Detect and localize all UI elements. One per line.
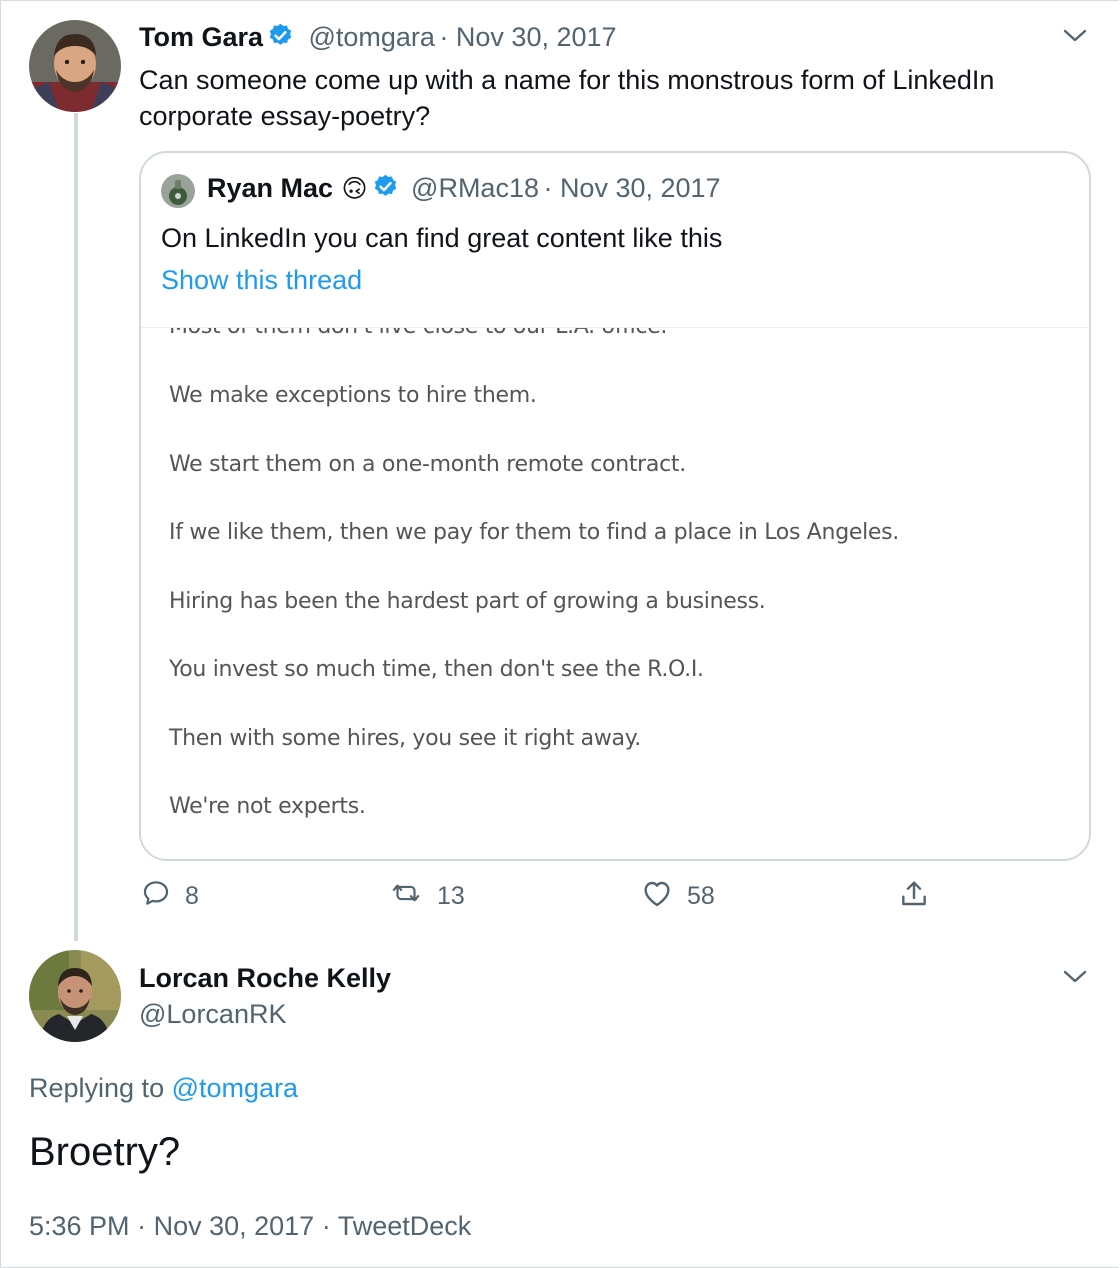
image-text-line: We're not experts. bbox=[169, 794, 366, 819]
reply-source[interactable]: TweetDeck bbox=[338, 1211, 472, 1241]
image-text-line: You invest so much time, then don't see … bbox=[169, 657, 704, 682]
verified-badge-icon bbox=[267, 22, 294, 54]
quoted-tweet-card[interactable]: Ryan Mac 🙃 @RMac18 · Nov 30, 2017 On Lin… bbox=[139, 151, 1091, 861]
retweet-count: 13 bbox=[437, 882, 465, 910]
separator-dot: · bbox=[321, 1211, 338, 1241]
replying-to-label: Replying to bbox=[29, 1073, 165, 1103]
reply-count: 8 bbox=[185, 882, 199, 910]
lorcan-avatar[interactable] bbox=[29, 950, 121, 1042]
quoted-author-name[interactable]: Ryan Mac bbox=[207, 173, 333, 203]
reply-text: Broetry? bbox=[29, 1130, 181, 1174]
heart-icon bbox=[641, 878, 673, 915]
reply-icon bbox=[141, 878, 171, 915]
upside-down-face-emoji: 🙃 bbox=[341, 175, 368, 203]
retweet-action[interactable]: 13 bbox=[389, 878, 465, 915]
reply-action[interactable]: 8 bbox=[141, 878, 199, 915]
ryan-mac-avatar[interactable] bbox=[161, 174, 195, 208]
chevron-down-icon[interactable] bbox=[1062, 966, 1088, 986]
tom-gara-avatar[interactable] bbox=[29, 20, 121, 112]
author-handle[interactable]: @tomgara bbox=[308, 22, 434, 52]
quoted-author-handle[interactable]: @RMac18 bbox=[411, 173, 539, 203]
image-text-line: Hiring has been the hardest part of grow… bbox=[169, 589, 766, 614]
tweet-date[interactable]: Nov 30, 2017 bbox=[456, 22, 617, 52]
author-name[interactable]: Tom Gara bbox=[139, 22, 263, 52]
separator-dot: · bbox=[137, 1211, 154, 1241]
replying-to-handle[interactable]: @tomgara bbox=[172, 1073, 298, 1103]
image-text-line: Most of them don't live close to our L.A… bbox=[169, 328, 667, 339]
tweet-text-line: Can someone come up with a name for this… bbox=[139, 65, 995, 95]
tweet-text-line: corporate essay-poetry? bbox=[139, 101, 431, 131]
separator-dot: · bbox=[439, 22, 456, 52]
retweet-icon bbox=[389, 878, 423, 915]
image-text-line: If we like them, then we pay for them to… bbox=[169, 520, 899, 545]
separator-dot: · bbox=[543, 173, 560, 203]
quoted-tweet-text: On LinkedIn you can find great content l… bbox=[161, 223, 723, 253]
tweet-text: Can someone come up with a name for this… bbox=[139, 62, 1079, 134]
reply-author-handle[interactable]: @LorcanRK bbox=[139, 999, 286, 1030]
reply-meta: 5:36 PM · Nov 30, 2017 · TweetDeck bbox=[29, 1211, 471, 1242]
share-action[interactable] bbox=[898, 878, 930, 917]
tweet-header: Tom Gara @tomgara · Nov 30, 2017 bbox=[139, 22, 617, 54]
replying-to: Replying to @tomgara bbox=[29, 1073, 298, 1104]
share-icon bbox=[898, 878, 930, 917]
like-action[interactable]: 58 bbox=[641, 878, 715, 915]
image-text-line: Then with some hires, you see it right a… bbox=[169, 726, 641, 751]
image-text-line: We start them on a one-month remote cont… bbox=[169, 452, 686, 477]
thread-connector bbox=[74, 113, 78, 941]
quoted-image[interactable]: Most of them don't live close to our L.A… bbox=[141, 327, 1089, 859]
quoted-header: Ryan Mac 🙃 @RMac18 · Nov 30, 2017 bbox=[207, 173, 721, 205]
reply-author-name[interactable]: Lorcan Roche Kelly bbox=[139, 963, 391, 994]
reply-time[interactable]: 5:36 PM bbox=[29, 1211, 130, 1241]
verified-badge-icon bbox=[372, 173, 399, 205]
show-thread-link[interactable]: Show this thread bbox=[161, 265, 362, 296]
reply-date[interactable]: Nov 30, 2017 bbox=[154, 1211, 315, 1241]
quoted-tweet-date[interactable]: Nov 30, 2017 bbox=[560, 173, 721, 203]
like-count: 58 bbox=[687, 882, 715, 910]
image-text-line: We make exceptions to hire them. bbox=[169, 383, 537, 408]
chevron-down-icon[interactable] bbox=[1062, 25, 1088, 45]
